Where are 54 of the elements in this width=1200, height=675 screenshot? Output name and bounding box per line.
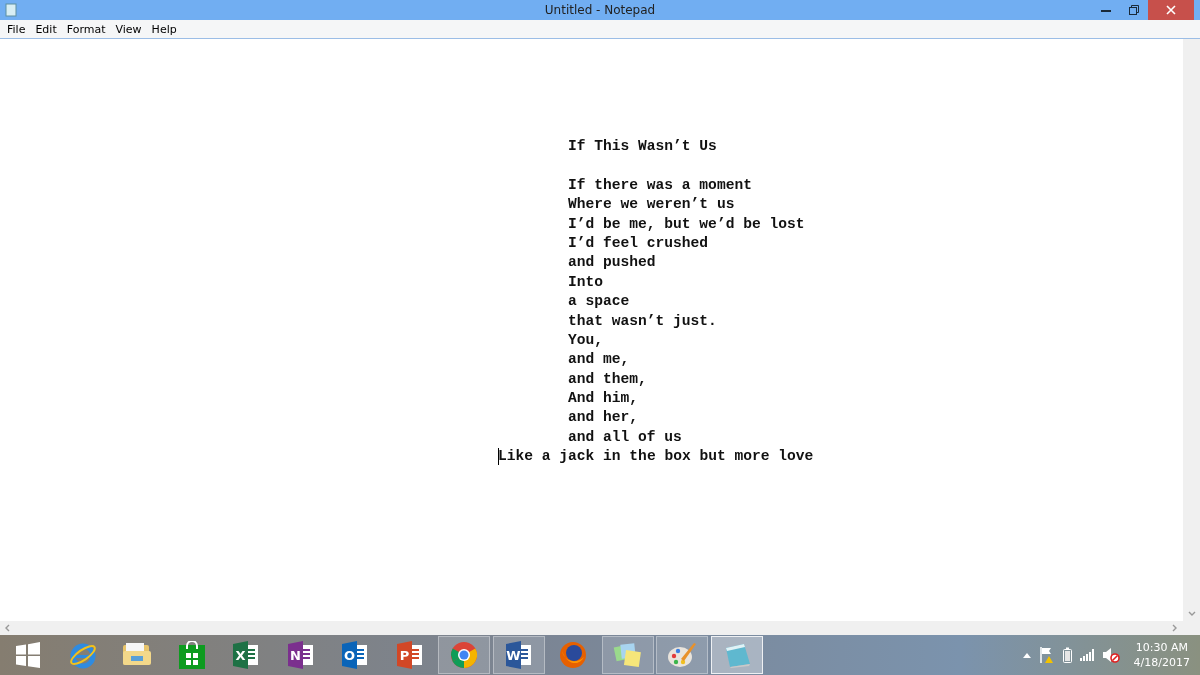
horizontal-scrollbar[interactable]: [0, 621, 1200, 635]
taskbar-app-button[interactable]: O: [329, 636, 381, 674]
paint-palette-icon: [667, 641, 697, 669]
text-line: and all of us: [568, 427, 682, 447]
clock-time: 10:30 AM: [1135, 640, 1188, 655]
poem-title: If This Wasn’t Us: [568, 137, 717, 156]
text-line: and her,: [568, 408, 639, 428]
taskbar-app-button[interactable]: N: [274, 636, 327, 674]
text-line: And him,: [568, 389, 639, 409]
window-title: Untitled - Notepad: [543, 2, 657, 19]
flag-warning-icon[interactable]: [1038, 646, 1055, 664]
taskbar-app-button[interactable]: [656, 636, 708, 674]
taskbar-app-button[interactable]: W: [492, 636, 545, 674]
taskbar-app-button[interactable]: [601, 636, 654, 674]
taskbar-app-button[interactable]: P: [383, 636, 436, 674]
scroll-right-icon: [1172, 624, 1178, 632]
text-line: and them,: [568, 369, 647, 389]
menu-item[interactable]: Help: [146, 22, 182, 36]
show-hidden-icons-icon[interactable]: [1022, 652, 1031, 658]
clock-date: 4/18/2017: [1133, 655, 1190, 670]
chrome-icon: [450, 641, 478, 669]
folder-icon: [122, 642, 152, 668]
shopping-bag-icon: [178, 641, 205, 669]
vertical-scrollbar[interactable]: [1183, 39, 1200, 621]
text-line: that wasn’t just.: [568, 311, 717, 331]
scroll-left-icon: [4, 624, 10, 632]
menu-item[interactable]: Format: [61, 22, 111, 36]
text-line: I’d be me, but we’d be lost: [568, 214, 805, 234]
text-line: Where we weren’t us: [568, 195, 735, 215]
menu-item[interactable]: File: [2, 22, 31, 36]
windows-logo-icon: [15, 642, 41, 668]
speaker-muted-icon[interactable]: [1101, 647, 1120, 663]
text-line: a space: [568, 292, 630, 312]
text-line: Into: [568, 272, 604, 292]
close-icon: [1166, 5, 1176, 15]
sticky-notes-icon: [612, 642, 643, 668]
notepad-icon: [5, 3, 17, 17]
text-line: Like a jack in the box but more love: [498, 447, 814, 467]
text-line: If there was a moment: [568, 175, 752, 195]
battery-icon[interactable]: [1062, 647, 1072, 663]
text-line: I’d feel crushed: [568, 233, 709, 253]
taskbar-app-button[interactable]: [438, 636, 490, 674]
text-line: and me,: [568, 350, 630, 370]
firefox-icon: [559, 641, 587, 669]
text-line: and pushed: [568, 253, 656, 273]
menu-item[interactable]: Edit: [30, 22, 62, 36]
scroll-down-icon: [1187, 611, 1196, 617]
signal-bars-icon[interactable]: [1079, 649, 1094, 661]
menu-item[interactable]: View: [110, 22, 147, 36]
restore-icon: [1129, 5, 1139, 15]
text-line: You,: [568, 330, 604, 350]
minimize-icon: [1101, 8, 1111, 12]
taskbar-app-button[interactable]: X: [220, 636, 272, 674]
taskbar-app-button[interactable]: [710, 636, 763, 674]
